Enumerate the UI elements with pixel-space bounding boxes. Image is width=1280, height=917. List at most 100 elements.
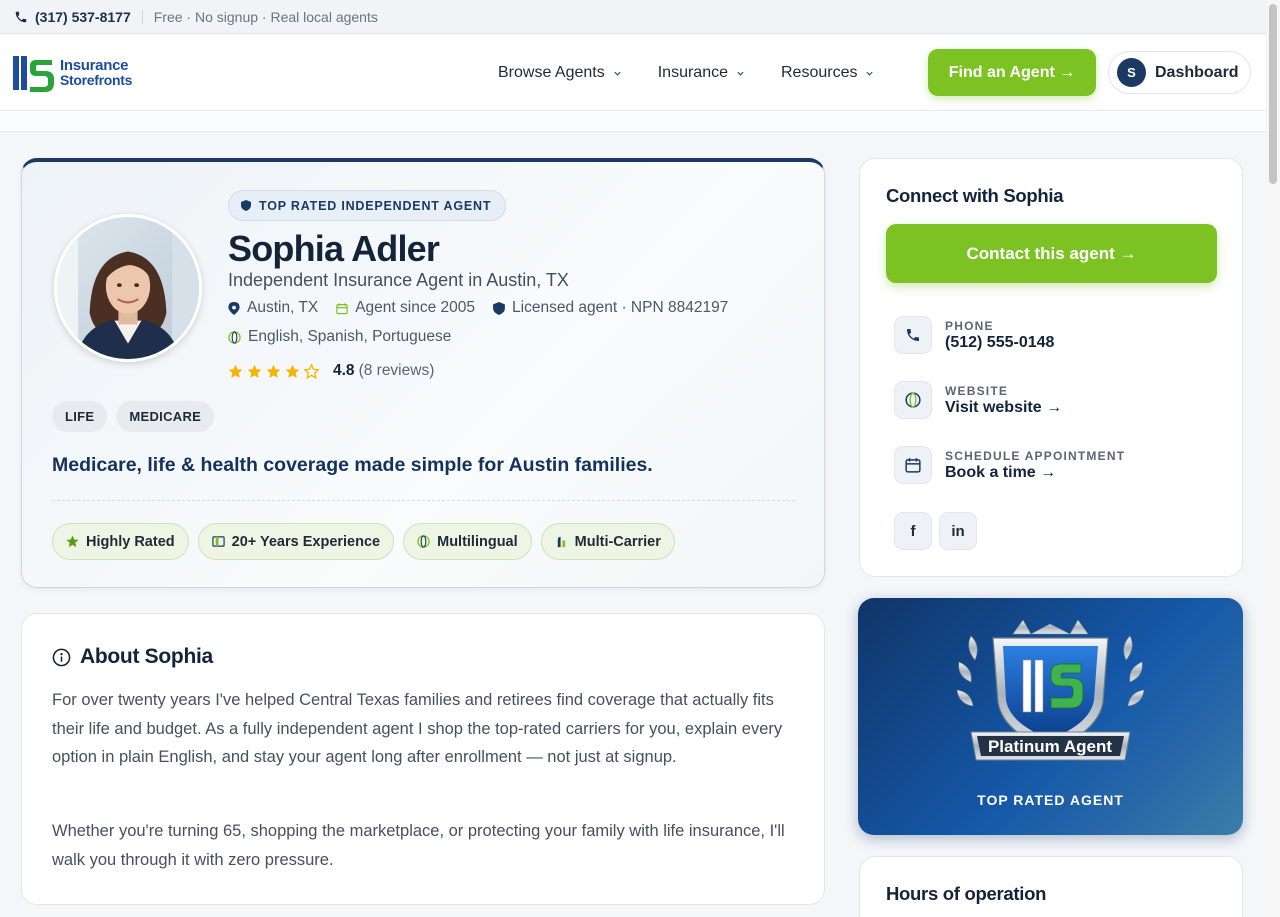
nav-resources[interactable]: Resources <box>781 64 874 82</box>
top-bar: (317) 537-8177 Free · No signup · Real l… <box>0 0 1280 34</box>
platinum-logo-text: Platinum Agent <box>988 737 1112 756</box>
chevron-down-icon <box>737 71 744 76</box>
facebook-icon[interactable]: f <box>894 512 932 550</box>
shield-icon <box>493 301 505 315</box>
agent-rating[interactable]: 4.8 (8 reviews) <box>228 362 434 380</box>
nav-label: Insurance <box>657 64 728 81</box>
website-label: WEBSITE <box>945 383 1009 398</box>
agent-meta: Austin, TX Agent since 2005 Licensed age… <box>228 299 746 317</box>
contact-website[interactable]: WEBSITE Visit website → <box>894 381 1062 419</box>
agent-photo <box>54 214 202 362</box>
chevron-down-icon <box>614 71 621 76</box>
rating-score: 4.8 <box>333 362 355 379</box>
carrier-icon <box>557 536 565 548</box>
top-rated-badge-label: TOP RATED INDEPENDENT AGENT <box>259 198 492 213</box>
connect-title: Connect with Sophia <box>886 185 1064 206</box>
phone-icon <box>907 329 919 341</box>
platinum-agent-card: Platinum Agent TOP RATED AGENT <box>858 598 1243 835</box>
agent-name: Sophia Adler <box>228 228 440 269</box>
about-paragraph-1: For over twenty years I've helped Centra… <box>52 691 783 767</box>
breadcrumb-bar <box>0 111 1266 132</box>
globe-icon <box>228 330 241 344</box>
hours-title: Hours of operation <box>886 883 1047 904</box>
agent-license: Licensed agent · NPN 8842197 <box>512 299 729 316</box>
info-icon <box>52 648 71 667</box>
badge-label: Multi-Carrier <box>574 533 661 550</box>
star-filled-icon <box>228 364 243 378</box>
logo-mark-icon <box>13 56 54 92</box>
agent-tagline: Medicare, life & health coverage made si… <box>52 454 653 476</box>
logo-line2: Storefronts <box>60 72 133 88</box>
badge-multilingual: Multilingual <box>403 523 532 560</box>
star-filled-icon <box>247 364 262 378</box>
agent-since: Agent since 2005 <box>355 299 476 316</box>
nav-browse-agents[interactable]: Browse Agents <box>498 64 622 82</box>
badge-label: Multilingual <box>437 533 518 550</box>
dashboard-button[interactable]: S Dashboard <box>1108 51 1251 94</box>
logo-line1: Insurance <box>60 57 129 74</box>
phone-value[interactable]: (512) 555-0148 <box>945 334 1054 352</box>
about-card: About Sophia For over twenty years I've … <box>21 613 825 905</box>
agent-languages: English, Spanish, Portuguese <box>228 328 451 346</box>
dashboard-label: Dashboard <box>1155 63 1239 81</box>
about-title: About Sophia <box>80 645 213 668</box>
site-header: Insurance Storefronts Browse Agents Insu… <box>0 35 1266 111</box>
chevron-down-icon <box>866 71 874 76</box>
star-empty-icon <box>304 363 319 379</box>
languages-text: English, Spanish, Portuguese <box>248 328 452 345</box>
platinum-agent-seal: Platinum Agent <box>956 620 1145 761</box>
map-pin-icon <box>228 301 240 315</box>
divider <box>141 9 143 24</box>
main-nav: Browse Agents Insurance Resources <box>498 35 910 111</box>
specialty-chip-medicare[interactable]: MEDICARE <box>116 401 215 432</box>
calendar-icon <box>336 302 348 314</box>
experience-icon <box>211 536 225 547</box>
about-paragraph-2: Whether you're turning 65, shopping the … <box>52 822 785 869</box>
shield-icon <box>241 200 251 211</box>
topbar-tagline: Free · No signup · Real local agents <box>153 8 378 25</box>
specialty-chip-life[interactable]: LIFE <box>52 401 108 432</box>
connect-card: Connect with Sophia Contact this agent →… <box>859 158 1243 577</box>
contact-phone[interactable]: PHONE (512) 555-0148 <box>894 316 1054 354</box>
specialty-chips: LIFE MEDICARE <box>52 401 223 432</box>
topbar-phone[interactable]: (317) 537-8177 <box>35 9 131 25</box>
star-rating <box>228 363 323 379</box>
social-links: f in <box>894 512 984 550</box>
scrollbar-thumb[interactable] <box>1269 4 1277 184</box>
badge-highly-rated: Highly Rated <box>52 523 189 560</box>
badge-label: 20+ Years Experience <box>231 533 381 550</box>
platinum-caption: TOP RATED AGENT <box>977 792 1124 808</box>
star-filled-icon <box>285 364 300 378</box>
contact-appointment[interactable]: SCHEDULE APPOINTMENT Book a time → <box>894 446 1125 484</box>
review-count[interactable]: (8 reviews) <box>359 362 435 380</box>
appointment-label: SCHEDULE APPOINTMENT <box>945 448 1126 463</box>
calendar-icon <box>905 458 921 473</box>
find-agent-button[interactable]: Find an Agent → <box>928 49 1096 96</box>
badge-multi-carrier: Multi-Carrier <box>540 523 675 560</box>
agent-photo-image <box>57 217 199 359</box>
badge-label: Highly Rated <box>86 533 175 550</box>
phone-icon <box>15 11 27 22</box>
agent-profile-card: TOP RATED INDEPENDENT AGENT Sophia Adler… <box>21 158 825 588</box>
phone-label: PHONE <box>945 318 994 333</box>
page-scrollbar[interactable] <box>1266 0 1280 917</box>
website-link[interactable]: Visit website → <box>945 399 1062 417</box>
divider <box>52 500 795 501</box>
nav-label: Resources <box>781 64 858 81</box>
agent-badges: Highly Rated 20+ Years Experience Multil… <box>52 523 684 560</box>
book-time-link[interactable]: Book a time → <box>945 464 1125 482</box>
linkedin-icon[interactable]: in <box>939 512 977 550</box>
avatar: S <box>1117 58 1146 87</box>
agent-location: Austin, TX <box>247 299 319 316</box>
hours-card: Hours of operation <box>859 856 1243 917</box>
site-logo[interactable]: Insurance Storefronts <box>12 52 132 94</box>
nav-label: Browse Agents <box>498 64 605 81</box>
contact-agent-button[interactable]: Contact this agent → <box>886 224 1217 283</box>
star-filled-icon <box>266 364 281 378</box>
agent-title: Independent Insurance Agent in Austin, T… <box>228 270 569 290</box>
nav-insurance[interactable]: Insurance <box>658 64 745 82</box>
globe-icon <box>417 535 430 548</box>
globe-icon <box>905 392 921 408</box>
star-icon <box>66 535 79 548</box>
badge-experience: 20+ Years Experience <box>197 523 395 560</box>
